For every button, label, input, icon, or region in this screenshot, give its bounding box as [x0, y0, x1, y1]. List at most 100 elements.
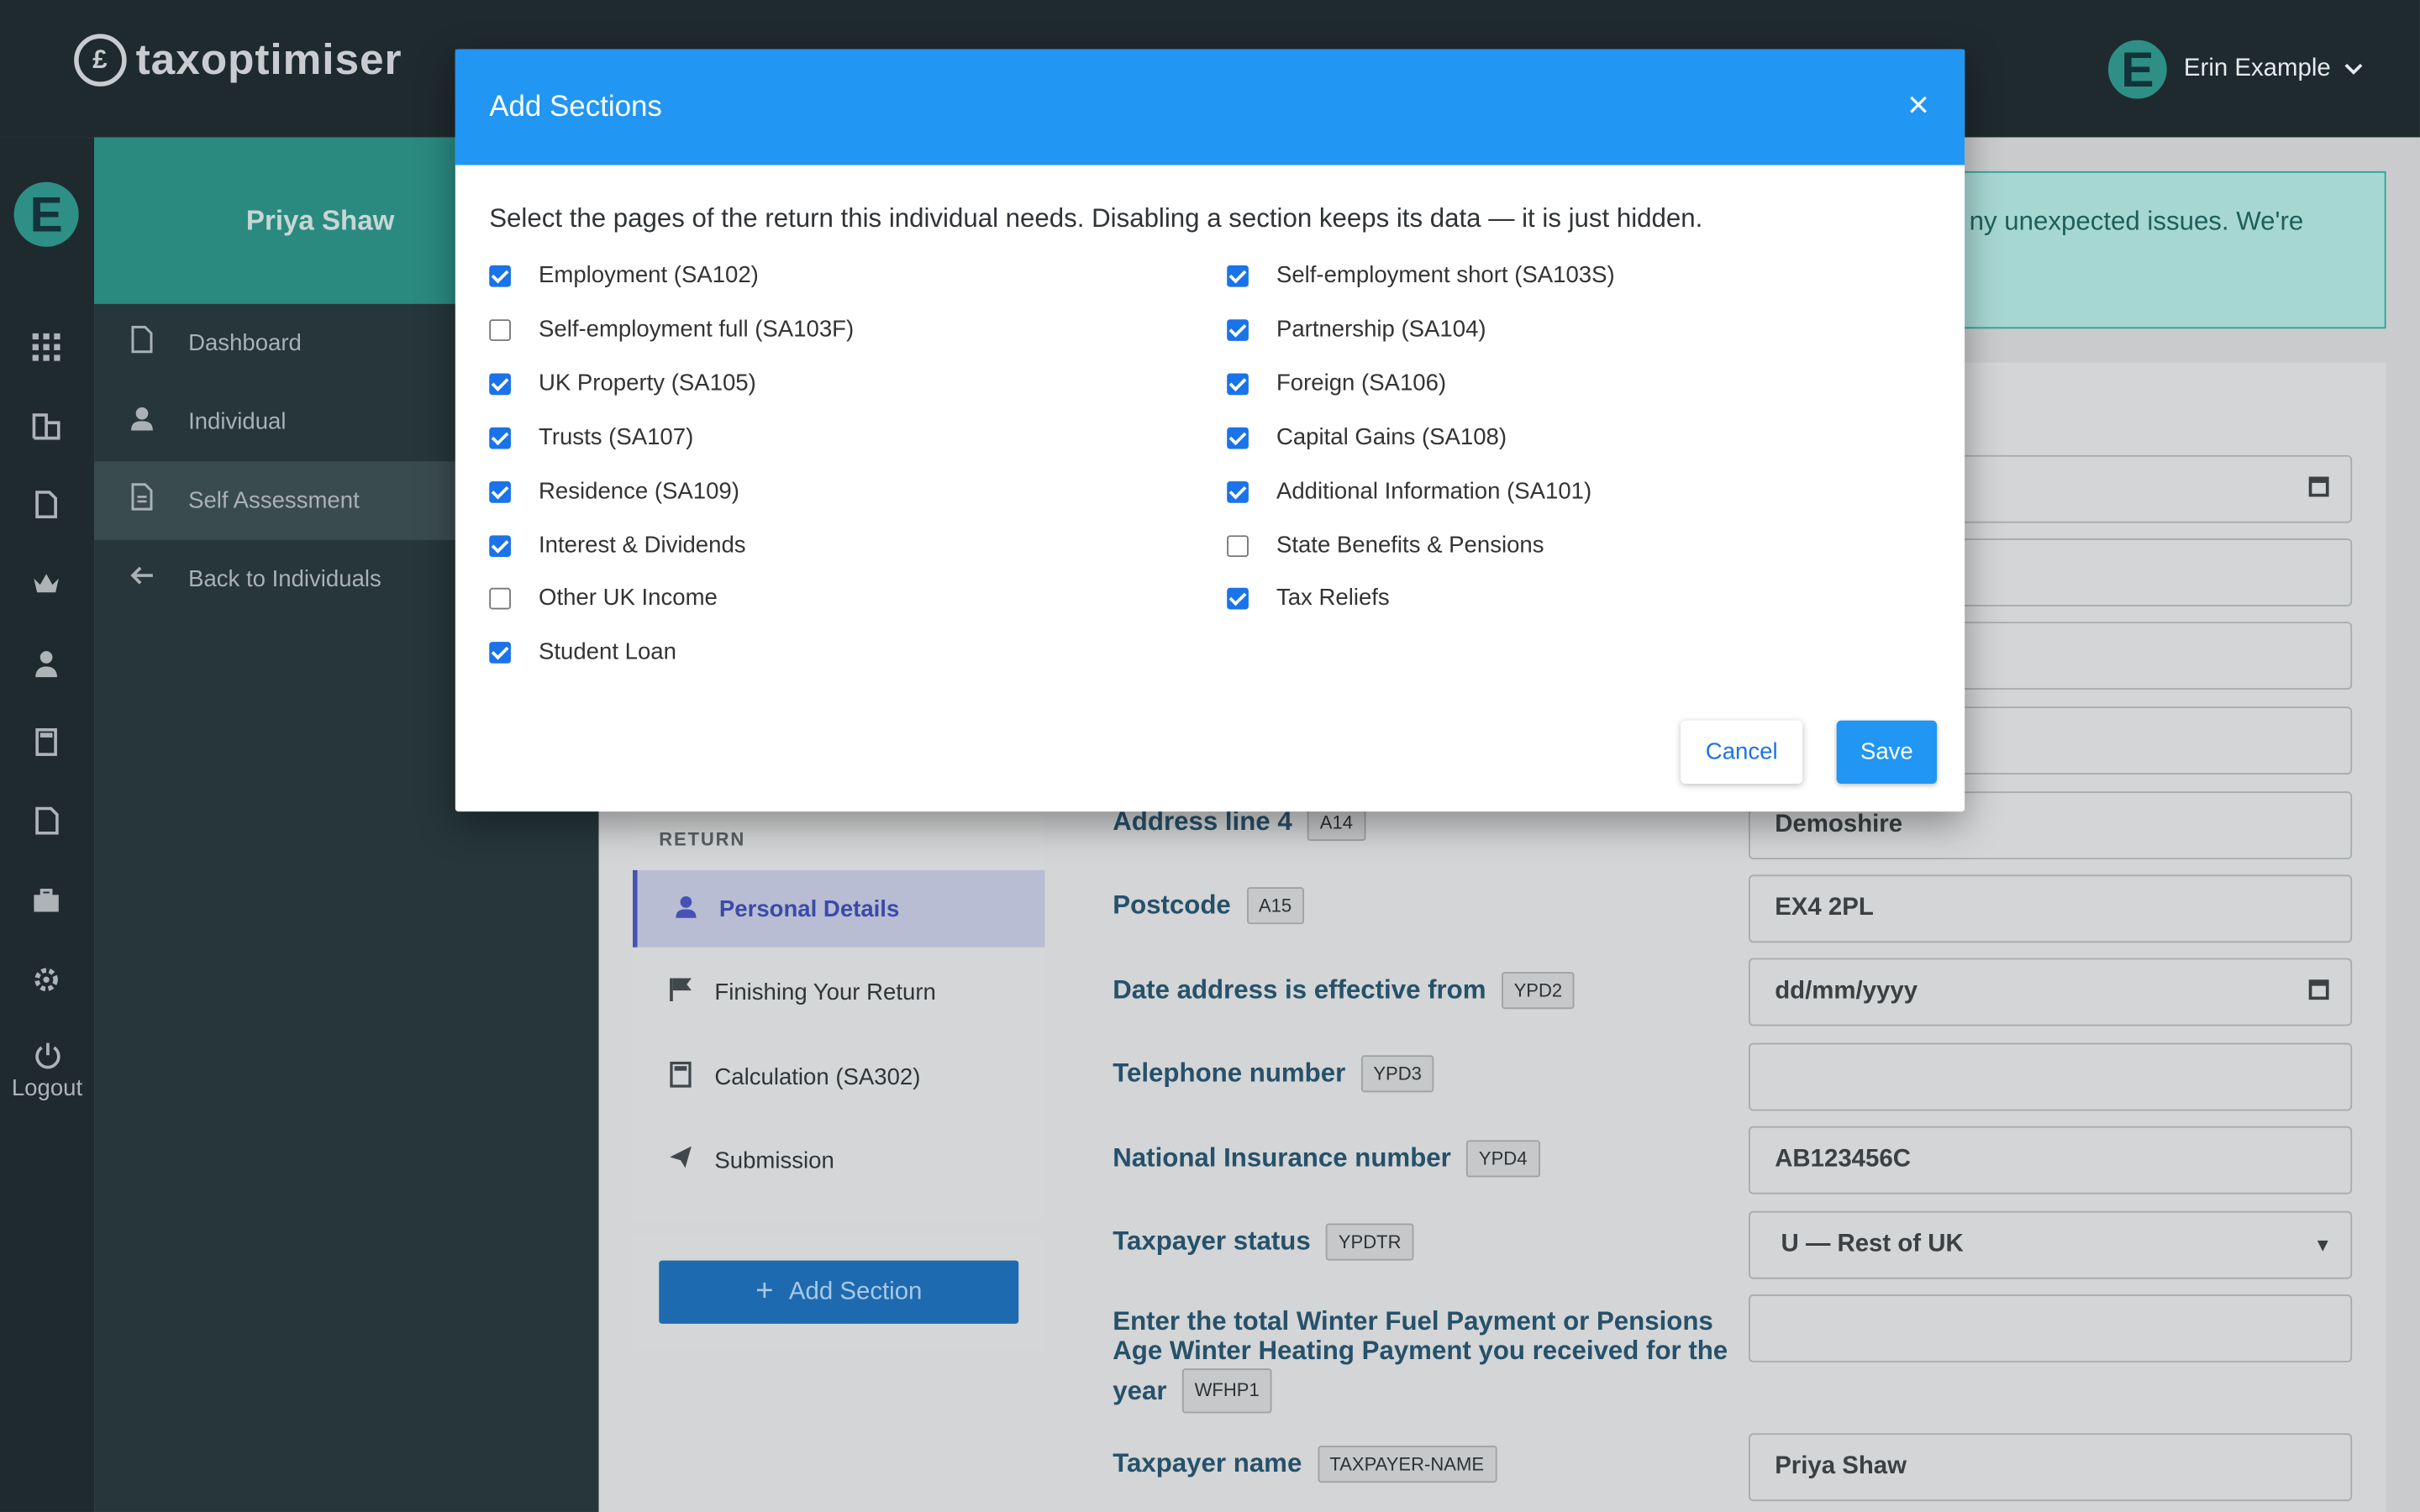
add-sections-modal: Add Sections × Select the pages of the r…	[455, 49, 1965, 812]
field-label: Date address is effective from	[1113, 974, 1486, 1005]
option-uk-property[interactable]: UK Property (SA105)	[489, 370, 756, 396]
checkbox[interactable]	[1227, 480, 1249, 502]
sidebar-item-label: Back to Individuals	[188, 566, 381, 593]
option-partnership[interactable]: Partnership (SA104)	[1227, 317, 1486, 343]
rail-avatar[interactable]: E	[13, 181, 79, 247]
option-tax-reliefs[interactable]: Tax Reliefs	[1227, 585, 1390, 611]
paper-plane-icon	[666, 1145, 694, 1176]
option-label: Other UK Income	[539, 585, 718, 612]
checkbox[interactable]	[489, 318, 511, 340]
field-code-badge: TAXPAYER-NAME	[1317, 1445, 1497, 1483]
option-label: Residence (SA109)	[539, 478, 739, 505]
taxpayer-name-input[interactable]: Priya Shaw	[1748, 1433, 2353, 1502]
field-value: U — Rest of UK	[1781, 1231, 1964, 1257]
calendar-icon	[2308, 979, 2329, 1000]
user-menu[interactable]: E Erin Example	[2107, 39, 2363, 99]
option-label: Self-employment full (SA103F)	[539, 316, 855, 343]
field-value: Demoshire	[1775, 811, 1903, 838]
power-icon	[34, 1042, 60, 1069]
return-item-label: Personal Details	[718, 895, 900, 922]
return-item-calculation[interactable]: Calculation (SA302)	[633, 1038, 1044, 1116]
option-state-benefits-pensions[interactable]: State Benefits & Pensions	[1227, 533, 1544, 559]
checkbox[interactable]	[1227, 426, 1249, 449]
postcode-input[interactable]: EX4 2PL	[1748, 874, 2353, 943]
option-interest-dividends[interactable]: Interest & Dividends	[489, 533, 746, 559]
option-other-uk-income[interactable]: Other UK Income	[489, 585, 718, 611]
winter-fuel-input[interactable]	[1748, 1294, 2353, 1362]
sidebar-item-label: Self Assessment	[188, 487, 360, 514]
form-row-date-effective: Date address is effective from YPD2	[1113, 972, 1575, 1010]
ni-number-input[interactable]: AB123456C	[1748, 1126, 2353, 1194]
form-row-taxpayer-status: Taxpayer status YPDTR	[1113, 1223, 1414, 1261]
document-check-icon[interactable]	[29, 487, 63, 521]
return-item-personal-details[interactable]: Personal Details	[633, 869, 1045, 948]
modal-title: Add Sections	[489, 90, 662, 123]
checkbox[interactable]	[489, 641, 511, 663]
option-label: Student Loan	[539, 638, 676, 665]
document-check-icon	[128, 325, 155, 361]
option-additional-information[interactable]: Additional Information (SA101)	[1227, 478, 1592, 505]
invoice-icon[interactable]	[29, 804, 63, 837]
modal-description: Select the pages of the return this indi…	[489, 203, 1703, 234]
field-value: Priya Shaw	[1775, 1453, 1907, 1480]
telephone-input[interactable]	[1748, 1042, 2353, 1111]
option-student-loan[interactable]: Student Loan	[489, 638, 676, 665]
option-label: Employment (SA102)	[539, 262, 759, 289]
field-label: Enter the total Winter Fuel Payment or P…	[1113, 1306, 1713, 1336]
option-capital-gains[interactable]: Capital Gains (SA108)	[1227, 424, 1507, 450]
add-section-label: Add Section	[788, 1278, 923, 1305]
close-icon[interactable]: ×	[1903, 85, 1934, 128]
building-icon[interactable]	[29, 409, 63, 443]
checkbox[interactable]	[1227, 372, 1249, 395]
flag-icon	[666, 977, 694, 1008]
checkbox[interactable]	[489, 534, 511, 557]
taxpayer-status-select[interactable]: U — Rest of UK ▼	[1748, 1210, 2353, 1279]
return-item-submission[interactable]: Submission	[633, 1121, 1044, 1199]
briefcase-icon[interactable]	[29, 884, 63, 917]
option-label: Capital Gains (SA108)	[1276, 424, 1507, 451]
user-name: Erin Example	[2183, 55, 2331, 82]
option-self-employment-short[interactable]: Self-employment short (SA103S)	[1227, 262, 1615, 288]
checkbox[interactable]	[1227, 534, 1249, 557]
checkbox[interactable]	[1227, 318, 1249, 340]
modal-header: Add Sections	[455, 49, 1965, 165]
person-icon	[671, 894, 699, 923]
option-residence[interactable]: Residence (SA109)	[489, 478, 739, 505]
field-value: EX4 2PL	[1775, 895, 1874, 921]
option-label: Tax Reliefs	[1276, 585, 1390, 612]
option-label: State Benefits & Pensions	[1276, 532, 1544, 559]
option-foreign[interactable]: Foreign (SA106)	[1227, 370, 1446, 396]
checkbox[interactable]	[1227, 586, 1249, 609]
return-item-finishing[interactable]: Finishing Your Return	[633, 953, 1044, 1031]
field-value: dd/mm/yyyy	[1775, 978, 1918, 1005]
logout-button[interactable]: Logout	[0, 1042, 94, 1101]
calculator-icon[interactable]	[29, 725, 63, 759]
option-label: Trusts (SA107)	[539, 424, 694, 451]
option-self-employment-full[interactable]: Self-employment full (SA103F)	[489, 317, 854, 343]
save-button[interactable]: Save	[1836, 720, 1938, 785]
arrow-left-icon	[128, 564, 155, 594]
option-trusts[interactable]: Trusts (SA107)	[489, 424, 693, 450]
date-effective-input[interactable]: dd/mm/yyyy	[1748, 958, 2353, 1026]
cancel-button[interactable]: Cancel	[1681, 720, 1803, 785]
checkbox[interactable]	[489, 264, 511, 286]
user-tie-icon[interactable]	[29, 647, 63, 680]
brand-logo[interactable]: £ taxoptimiser	[74, 34, 402, 87]
sidebar-item-label: Dashboard	[188, 330, 302, 357]
checkbox[interactable]	[489, 372, 511, 395]
grid-icon[interactable]	[29, 330, 63, 364]
brand-name: taxoptimiser	[135, 35, 402, 84]
option-employment[interactable]: Employment (SA102)	[489, 262, 759, 288]
add-section-button[interactable]: + Add Section	[659, 1260, 1019, 1324]
checkbox[interactable]	[1227, 264, 1249, 286]
gear-icon[interactable]	[29, 963, 63, 996]
field-code-badge: YPD3	[1360, 1055, 1434, 1093]
checkbox[interactable]	[489, 586, 511, 609]
field-label: Telephone number	[1113, 1058, 1346, 1088]
calendar-icon	[2308, 476, 2329, 497]
calculator-icon	[666, 1060, 694, 1094]
checkbox[interactable]	[489, 426, 511, 449]
checkbox[interactable]	[489, 480, 511, 502]
option-label: Additional Information (SA101)	[1276, 478, 1592, 505]
crown-icon[interactable]	[29, 568, 63, 601]
